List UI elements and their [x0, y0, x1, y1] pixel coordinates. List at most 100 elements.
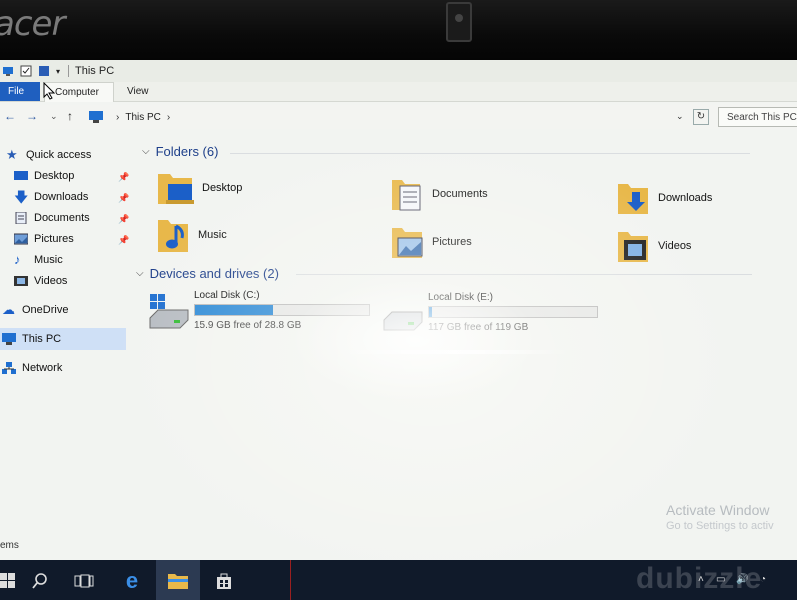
drive-free-space: 117 GB free of 119 GB: [428, 322, 529, 333]
pin-icon: 📌: [118, 172, 130, 182]
folder-label: Videos: [658, 240, 692, 252]
title-separator: [68, 65, 70, 77]
drive-name: Local Disk (E:): [428, 292, 494, 303]
tab-file[interactable]: File: [0, 82, 40, 101]
section-divider: [230, 153, 750, 154]
search-button[interactable]: [18, 560, 62, 600]
breadcrumb-this-pc[interactable]: This PC: [125, 112, 161, 123]
recent-locations-icon[interactable]: ⌄: [50, 111, 58, 122]
windows-drive-icon: [149, 294, 189, 329]
folders-section-header[interactable]: ⌵ Folders (6): [142, 144, 218, 159]
drive-usage-bar: [428, 306, 598, 318]
nav-item-pictures[interactable]: Pictures: [14, 230, 74, 248]
activate-subtitle: Go to Settings to activ: [666, 520, 774, 532]
store-button[interactable]: [202, 560, 246, 600]
dubizzle-watermark: dubizzle: [636, 562, 763, 595]
nav-label: Quick access: [26, 149, 92, 161]
nav-label: Downloads: [34, 191, 89, 203]
folder-label: Downloads: [658, 192, 713, 204]
file-explorer-button[interactable]: [156, 560, 200, 600]
nav-label: Documents: [34, 212, 90, 224]
edge-icon: e: [125, 568, 139, 593]
folder-videos[interactable]: Videos: [616, 228, 691, 264]
folder-music[interactable]: Music: [156, 216, 227, 254]
ribbon-tabs: File Computer View: [0, 82, 797, 102]
status-bar: ems: [0, 540, 19, 551]
nav-label: OneDrive: [22, 304, 69, 316]
downloads-folder-icon: [618, 184, 648, 214]
drive-c[interactable]: Local Disk (C:) 15.9 GB free of 28.8 GB: [148, 290, 388, 334]
screen: ▾ This PC File Computer View ← → ⌄ ↑ › T…: [0, 60, 797, 600]
nav-quick-access[interactable]: ★ Quick access: [6, 146, 91, 164]
hard-drive-icon: [383, 311, 423, 331]
address-row: ← → ⌄ ↑ › This PC › ⌄ ↻ Search This PC: [0, 105, 797, 129]
folder-pictures[interactable]: Pictures: [390, 224, 472, 260]
section-divider: [296, 274, 752, 275]
file-explorer-icon: [168, 574, 188, 589]
desktop-folder-icon: [158, 174, 194, 204]
drives-section-header[interactable]: ⌵ Devices and drives (2): [136, 266, 279, 281]
folder-label: Music: [198, 229, 227, 241]
quick-toolbar-dropdown-icon[interactable]: ▾: [56, 67, 60, 76]
nav-network[interactable]: Network: [2, 359, 62, 377]
forward-arrow-icon[interactable]: →: [26, 109, 38, 123]
search-input[interactable]: Search This PC: [718, 107, 797, 127]
screen-artifact-line: [290, 560, 291, 600]
properties-icon[interactable]: [20, 65, 32, 77]
nav-item-downloads[interactable]: 🡇 Downloads: [14, 188, 88, 206]
laptop-bezel: acer: [0, 0, 797, 60]
task-view-button[interactable]: [62, 560, 106, 600]
collapse-chevron-icon[interactable]: ⌵: [142, 146, 150, 157]
navigation-pane: ★ Quick access Desktop 📌 🡇 Downloads 📌 D…: [0, 142, 130, 542]
back-arrow-icon[interactable]: ←: [4, 109, 16, 123]
download-arrow-icon: 🡇: [14, 189, 29, 205]
address-dropdown-icon[interactable]: ⌄: [676, 111, 684, 122]
task-view-icon: [74, 574, 94, 588]
pin-icon: 📌: [118, 235, 130, 245]
brand-logo: acer: [0, 4, 65, 44]
drive-usage-fill: [429, 307, 433, 317]
tab-view[interactable]: View: [127, 86, 149, 97]
window-title: This PC: [75, 65, 115, 77]
pictures-icon: [14, 233, 28, 245]
star-icon: ★: [6, 147, 18, 162]
nav-item-desktop[interactable]: Desktop: [14, 167, 74, 185]
drive-free-space: 15.9 GB free of 28.8 GB: [194, 320, 302, 331]
nav-label: Videos: [34, 275, 68, 287]
documents-folder-icon: [392, 180, 421, 211]
edge-button[interactable]: e: [110, 560, 154, 600]
documents-icon: [15, 212, 27, 224]
folder-documents[interactable]: Documents: [390, 176, 488, 212]
nav-onedrive[interactable]: ☁ OneDrive: [2, 301, 68, 319]
folders-header-label: Folders (6): [155, 144, 219, 159]
nav-this-pc[interactable]: This PC: [2, 330, 61, 348]
folder-label: Pictures: [432, 236, 472, 248]
pc-icon: [2, 333, 16, 345]
activate-windows-watermark: Activate Window Go to Settings to activ: [666, 502, 797, 532]
drive-e[interactable]: Local Disk (E:) 117 GB free of 119 GB: [382, 292, 622, 336]
drive-usage-bar: [194, 304, 370, 316]
music-folder-icon: [158, 220, 188, 252]
pin-icon: 📌: [118, 214, 130, 224]
windows-logo-icon: [0, 573, 15, 588]
nav-item-music[interactable]: ♪ Music: [14, 251, 63, 269]
pc-icon: [3, 67, 13, 76]
breadcrumb-chevron-icon[interactable]: ›: [116, 112, 119, 123]
nav-item-documents[interactable]: Documents: [14, 209, 90, 227]
drive-usage-fill: [195, 305, 274, 315]
new-folder-icon[interactable]: [38, 65, 50, 77]
nav-label: Music: [34, 254, 63, 266]
breadcrumb-chevron-icon[interactable]: ›: [167, 112, 170, 123]
nav-label: Desktop: [34, 170, 75, 182]
folder-desktop[interactable]: Desktop: [156, 170, 242, 206]
up-arrow-icon[interactable]: ↑: [67, 109, 73, 123]
webcam: [446, 2, 472, 42]
folder-downloads[interactable]: Downloads: [616, 180, 712, 216]
collapse-chevron-icon[interactable]: ⌵: [136, 268, 144, 279]
screen-glare-streak: [340, 350, 570, 354]
address-bar[interactable]: › This PC ›: [84, 107, 716, 127]
refresh-button[interactable]: ↻: [693, 109, 709, 125]
nav-item-videos[interactable]: Videos: [14, 272, 67, 290]
drives-header-label: Devices and drives (2): [149, 266, 279, 281]
pictures-folder-icon: [392, 228, 423, 258]
